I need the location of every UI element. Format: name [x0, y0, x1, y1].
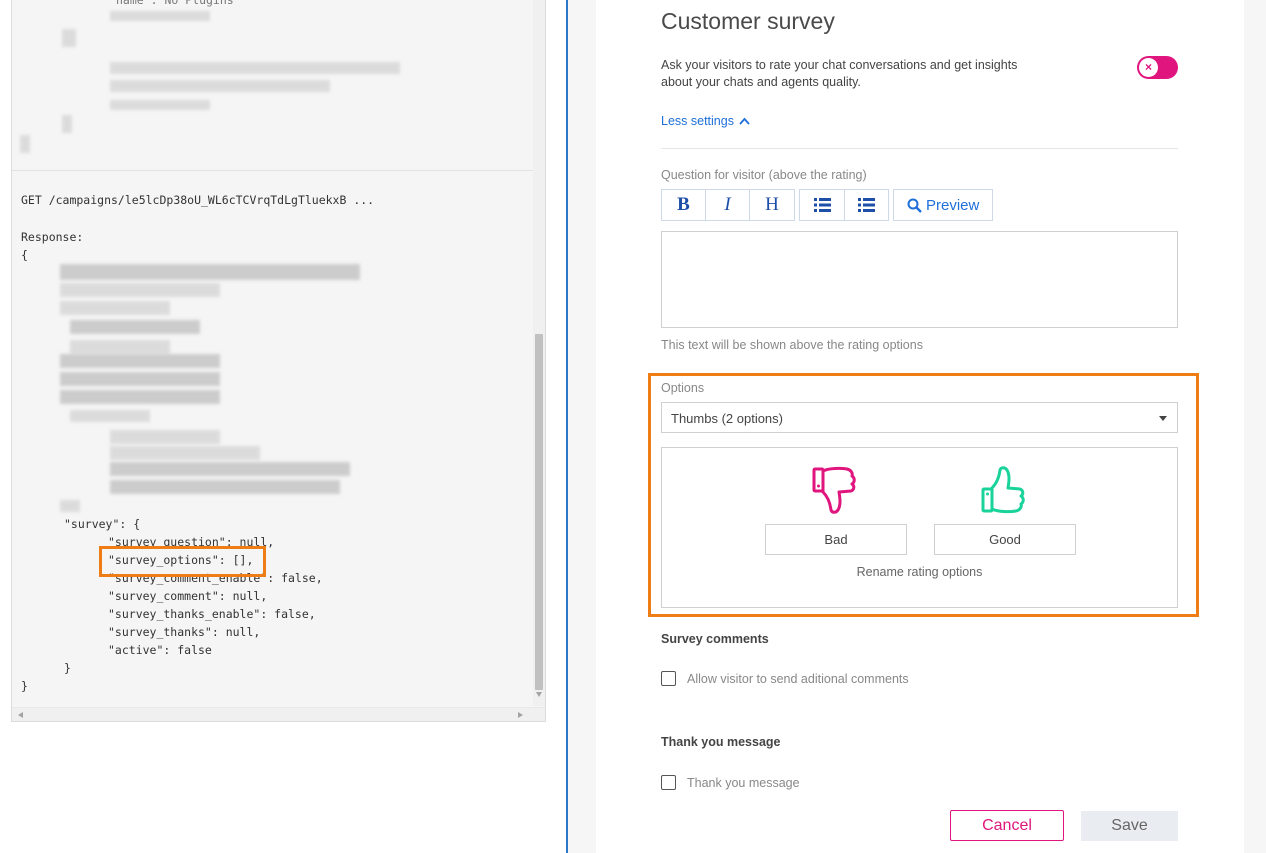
rating-preview: Bad Good Rename rating options — [661, 447, 1178, 608]
thumbs-down-icon — [812, 466, 856, 514]
redacted-text — [62, 115, 72, 133]
api-response-panel: name : No Plugins GET /campaigns/le5lcDp… — [11, 0, 546, 722]
redacted-text — [60, 301, 170, 315]
page-gutter — [1244, 0, 1266, 853]
survey-enable-toggle[interactable]: × — [1137, 56, 1178, 79]
redacted-text — [60, 283, 220, 297]
horizontal-scrollbar[interactable] — [12, 707, 545, 721]
survey-line: "survey_thanks_enable": false, — [108, 607, 316, 621]
redacted-text — [110, 480, 340, 494]
good-rating-button[interactable]: Good — [934, 524, 1076, 555]
question-textarea[interactable] — [661, 231, 1178, 328]
question-label: Question for visitor (above the rating) — [661, 168, 867, 182]
options-select[interactable]: Thumbs (2 options) — [661, 402, 1178, 433]
redacted-text — [60, 354, 220, 368]
survey-line: "survey_thanks": null, — [108, 625, 261, 639]
thanks-checkbox[interactable] — [661, 775, 676, 790]
survey-line: "active": false — [108, 643, 212, 657]
code-top-fragment: name : No Plugins — [116, 0, 234, 7]
json-open-brace: { — [21, 248, 28, 262]
redacted-text — [110, 11, 210, 21]
scroll-left-arrow-icon[interactable] — [18, 712, 23, 718]
preview-label: Preview — [926, 196, 980, 214]
divider — [12, 170, 533, 171]
options-label: Options — [661, 381, 705, 395]
redacted-text — [110, 430, 220, 444]
redacted-text — [110, 462, 350, 476]
thank-you-title: Thank you message — [661, 735, 781, 749]
cancel-button[interactable]: Cancel — [950, 810, 1064, 841]
chevron-up-icon — [739, 117, 751, 125]
question-hint: This text will be shown above the rating… — [661, 338, 923, 352]
scrollbar-thumb[interactable] — [535, 334, 543, 690]
redacted-text — [60, 264, 360, 280]
bold-button[interactable]: B — [661, 189, 706, 221]
caret-down-icon — [1159, 416, 1167, 421]
numbered-list-button[interactable] — [845, 189, 889, 221]
survey-key: "survey": { — [64, 517, 141, 531]
list-icon — [813, 198, 831, 212]
scroll-down-arrow-icon[interactable] — [536, 692, 542, 697]
page-title: Customer survey — [661, 8, 835, 34]
json-inner-close: } — [64, 661, 71, 675]
json-close-brace: } — [21, 679, 28, 693]
save-button[interactable]: Save — [1081, 811, 1178, 841]
redacted-text — [62, 29, 76, 47]
survey-line: "survey_comment": null, — [108, 589, 268, 603]
comments-checkbox-row[interactable]: Allow visitor to send aditional comments — [661, 671, 909, 686]
redacted-text — [70, 320, 200, 334]
rename-rating-options-link[interactable]: Rename rating options — [662, 565, 1177, 579]
options-select-value: Thumbs (2 options) — [671, 411, 783, 426]
scroll-right-arrow-icon[interactable] — [518, 712, 523, 718]
less-settings-link[interactable]: Less settings — [661, 114, 751, 128]
redacted-text — [60, 500, 80, 512]
comments-checkbox[interactable] — [661, 671, 676, 686]
toggle-off-icon: × — [1139, 58, 1158, 77]
page-gutter — [568, 0, 596, 853]
heading-button[interactable]: H — [750, 189, 795, 221]
editor-toolbar: B I H Preview — [661, 189, 994, 221]
bad-rating-button[interactable]: Bad — [765, 524, 907, 555]
redacted-text — [70, 410, 150, 422]
redacted-text — [110, 62, 400, 74]
comments-checkbox-label: Allow visitor to send aditional comments — [687, 671, 909, 686]
thumbs-up-icon — [981, 466, 1025, 514]
redacted-text — [60, 372, 220, 386]
customer-survey-settings: Customer survey Ask your visitors to rat… — [596, 0, 1244, 853]
bulleted-list-button[interactable] — [799, 189, 845, 221]
survey-comments-title: Survey comments — [661, 632, 769, 646]
less-settings-label: Less settings — [661, 114, 734, 128]
vertical-scrollbar[interactable] — [533, 0, 545, 706]
survey-options-highlight — [99, 546, 266, 577]
survey-description: Ask your visitors to rate your chat conv… — [661, 58, 1018, 89]
list-ol-icon — [858, 198, 875, 212]
redacted-text — [110, 80, 330, 92]
redacted-text — [70, 340, 170, 354]
thanks-checkbox-row[interactable]: Thank you message — [661, 775, 800, 790]
thanks-checkbox-label: Thank you message — [687, 775, 800, 790]
response-label: Response: — [21, 230, 84, 244]
redacted-text — [110, 446, 260, 460]
search-icon — [907, 198, 922, 213]
preview-button[interactable]: Preview — [893, 189, 994, 221]
redacted-text — [60, 390, 220, 404]
redacted-text — [20, 135, 30, 153]
section-divider — [661, 148, 1178, 149]
redacted-text — [110, 100, 210, 110]
italic-button[interactable]: I — [706, 189, 750, 221]
request-line: GET /campaigns/le5lcDp38oU_WL6cTCVrqTdLg… — [21, 193, 375, 207]
